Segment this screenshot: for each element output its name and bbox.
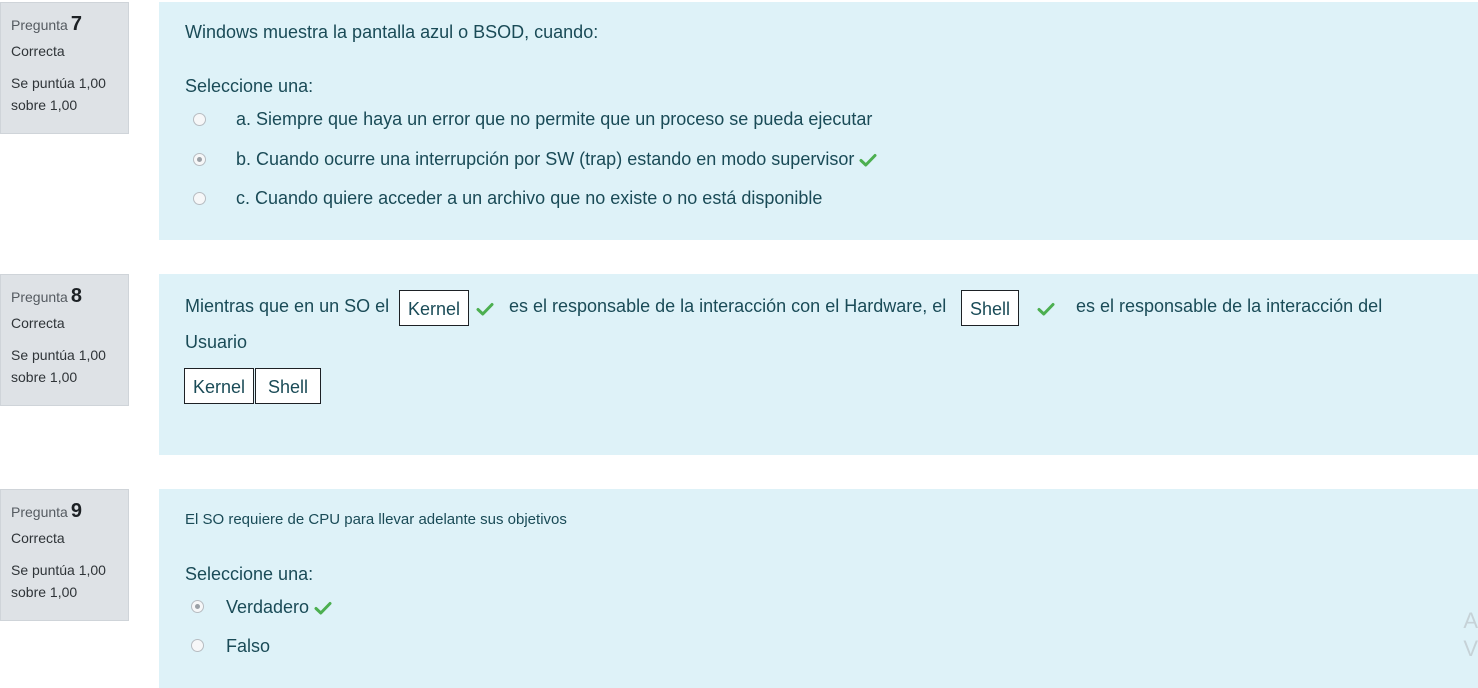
question-content-7: Windows muestra la pantalla azul o BSOD,… (159, 2, 1478, 240)
question-number: Pregunta 7 (11, 13, 118, 36)
question-number: Pregunta 8 (11, 285, 118, 308)
question-number-value: 8 (70, 285, 82, 307)
answer-option-b[interactable]: b. Cuando ocurre una interrupción por SW… (236, 149, 877, 170)
drag-choice-shell[interactable]: Shell (255, 368, 322, 404)
answer-option-label: a. Siempre que haya un error que no perm… (236, 109, 873, 129)
check-icon (476, 300, 494, 318)
question-grade: Se puntúa 1,00 sobre 1,00 (11, 75, 106, 113)
question-text: El SO requiere de CPU para llevar adelan… (185, 511, 567, 528)
question-state: Correcta (11, 43, 65, 59)
watermark-letter: A (1463, 608, 1478, 633)
answer-option-a[interactable]: a. Siempre que haya un error que no perm… (236, 109, 872, 130)
question-info-7: Pregunta 7 Correcta Se puntúa 1,00 sobre … (0, 2, 129, 134)
question-label: Pregunta (11, 289, 68, 305)
drop-zone-1[interactable]: Kernel (399, 290, 470, 326)
answer-radio-c[interactable] (193, 192, 206, 205)
question-number: Pregunta 9 (11, 500, 118, 523)
question-number-value: 9 (70, 500, 82, 522)
answer-prompt: Seleccione una: (185, 564, 314, 584)
answer-option-label: Verdadero (226, 597, 310, 617)
question-info-8: Pregunta 8 Correcta Se puntúa 1,00 sobre … (0, 274, 129, 406)
question-text: Windows muestra la pantalla azul o BSOD,… (185, 22, 599, 42)
answer-option-label: c. Cuando quiere acceder a un archivo qu… (236, 188, 823, 208)
answer-option-label: Falso (226, 636, 271, 656)
question-text-part4: Usuario (185, 332, 248, 352)
question-text-part1: Mientras que en un SO el (185, 296, 390, 316)
watermark-letter: V (1463, 636, 1478, 661)
question-content-9: El SO requiere de CPU para llevar adelan… (159, 489, 1478, 688)
check-icon (1037, 300, 1055, 318)
question-info-9: Pregunta 9 Correcta Se puntúa 1,00 sobre … (0, 489, 129, 621)
question-content-8: Mientras que en un SO el Kernel es el re… (159, 274, 1478, 455)
check-icon (859, 151, 877, 169)
answer-prompt: Seleccione una: (185, 76, 314, 96)
question-number-value: 7 (70, 13, 82, 35)
answer-radio-a[interactable] (193, 113, 206, 126)
question-text-part2: es el responsable de la interacción con … (509, 296, 947, 316)
answer-option-false[interactable]: Falso (226, 636, 270, 657)
check-icon (314, 599, 332, 617)
question-grade: Se puntúa 1,00 sobre 1,00 (11, 562, 106, 600)
drop-zone-2[interactable]: Shell (961, 290, 1020, 326)
question-state: Correcta (11, 315, 65, 331)
answer-radio-b[interactable] (193, 153, 206, 166)
answer-option-label: b. Cuando ocurre una interrupción por SW… (236, 149, 855, 169)
question-label: Pregunta (11, 504, 68, 520)
answer-radio-false[interactable] (191, 639, 204, 652)
answer-radio-true[interactable] (191, 600, 204, 613)
drag-choice-kernel[interactable]: Kernel (184, 368, 255, 404)
question-label: Pregunta (11, 17, 68, 33)
answer-option-true[interactable]: Verdadero (226, 597, 332, 618)
question-text-part3: es el responsable de la interacción del (1076, 296, 1383, 316)
question-state: Correcta (11, 530, 65, 546)
question-grade: Se puntúa 1,00 sobre 1,00 (11, 347, 106, 385)
answer-option-c[interactable]: c. Cuando quiere acceder a un archivo qu… (236, 188, 822, 209)
